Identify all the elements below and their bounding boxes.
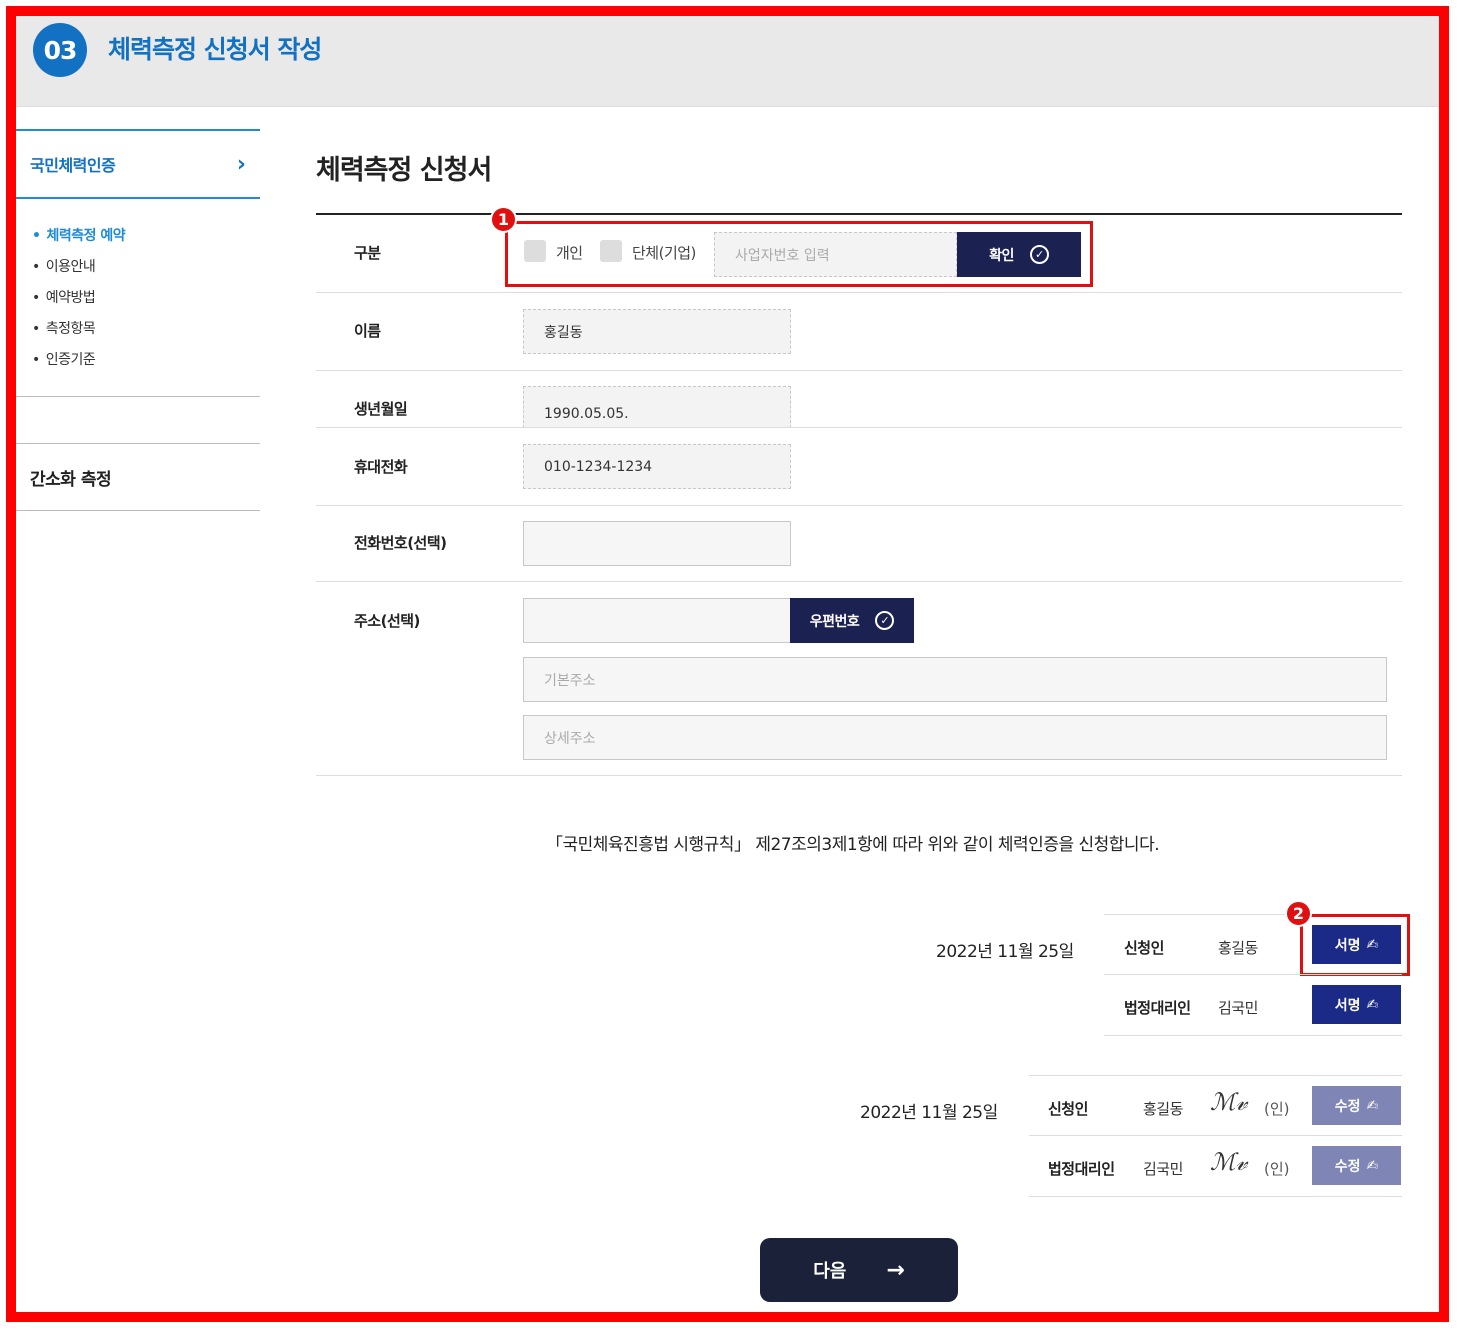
check-circle-icon: ✓ bbox=[875, 611, 895, 630]
step-header: 03 체력측정 신청서 작성 bbox=[16, 16, 1439, 107]
phone-label: 전화번호(선택) bbox=[354, 534, 447, 552]
divider bbox=[316, 213, 1402, 215]
step-title: 체력측정 신청서 작성 bbox=[108, 35, 322, 64]
seal-mark: (인) bbox=[1264, 1100, 1290, 1118]
applicant-name: 홍길동 bbox=[1218, 939, 1258, 957]
divider bbox=[1104, 1035, 1402, 1036]
page-title: 체력측정 신청서 bbox=[316, 155, 492, 186]
divider bbox=[316, 775, 1402, 776]
address-label: 주소(선택) bbox=[354, 612, 420, 630]
zip-code-field[interactable] bbox=[523, 598, 791, 643]
divider bbox=[316, 292, 1402, 293]
signed-date: 2022년 11월 25일 bbox=[860, 1103, 998, 1123]
guardian-label: 법정대리인 bbox=[1124, 999, 1191, 1017]
step-number: 03 bbox=[33, 23, 87, 77]
name-label: 이름 bbox=[354, 322, 381, 340]
divider bbox=[1029, 1075, 1402, 1076]
edit-label: 수정 bbox=[1334, 1158, 1361, 1175]
sidebar-item-guide[interactable]: 이용안내 bbox=[32, 252, 260, 283]
application-date: 2022년 11월 25일 bbox=[936, 942, 1074, 962]
sidebar: 국민체력인증 › 체력측정 예약 이용안내 예약방법 측정항목 인증기준 간소화… bbox=[16, 129, 260, 511]
divider bbox=[1029, 1196, 1402, 1197]
sidebar-menu: 체력측정 예약 이용안내 예약방법 측정항목 인증기준 bbox=[16, 199, 260, 397]
divider bbox=[316, 581, 1402, 582]
applicant-label: 신청인 bbox=[1124, 939, 1164, 957]
sidebar-item-method[interactable]: 예약방법 bbox=[32, 283, 260, 314]
category-label: 구분 bbox=[354, 244, 381, 262]
signed-applicant-label: 신청인 bbox=[1048, 1100, 1088, 1118]
highlight-box-1 bbox=[505, 221, 1093, 287]
base-address-input[interactable]: 기본주소 bbox=[523, 657, 1387, 702]
seal-mark: (인) bbox=[1264, 1160, 1290, 1178]
guardian-signature-image: ℳ𝓋 bbox=[1210, 1148, 1248, 1176]
next-button[interactable]: 다음 → bbox=[760, 1238, 958, 1302]
pen-icon: ✍ bbox=[1366, 996, 1379, 1013]
divider bbox=[316, 370, 1402, 371]
pen-icon: ✍ bbox=[1366, 1157, 1379, 1174]
divider bbox=[1029, 1135, 1402, 1136]
next-label: 다음 bbox=[813, 1261, 847, 1282]
mobile-label: 휴대전화 bbox=[354, 458, 408, 476]
divider bbox=[316, 505, 1402, 506]
zip-search-button[interactable]: 우편번호 ✓ bbox=[790, 598, 914, 643]
edit-label: 수정 bbox=[1334, 1098, 1361, 1115]
divider bbox=[316, 427, 1402, 428]
zip-search-label: 우편번호 bbox=[809, 613, 860, 630]
annotation-badge-1: 1 bbox=[490, 206, 517, 233]
signed-guardian-label: 법정대리인 bbox=[1048, 1160, 1115, 1178]
annotation-badge-2: 2 bbox=[1285, 900, 1312, 927]
guardian-edit-button[interactable]: 수정 ✍ bbox=[1312, 1146, 1401, 1185]
sidebar-item-reservation[interactable]: 체력측정 예약 bbox=[32, 221, 260, 252]
guardian-name: 김국민 bbox=[1218, 999, 1258, 1017]
mobile-field[interactable]: 010-1234-1234 bbox=[523, 444, 791, 489]
birth-field[interactable]: 1990.05.05. bbox=[523, 386, 791, 428]
detail-address-input[interactable]: 상세주소 bbox=[523, 715, 1387, 760]
applicant-signature-image: ℳ𝓋 bbox=[1210, 1088, 1248, 1116]
sidebar-section-simplified[interactable]: 간소화 측정 bbox=[16, 443, 260, 511]
divider bbox=[1104, 974, 1402, 975]
phone-field[interactable] bbox=[523, 521, 791, 566]
chevron-right-icon: › bbox=[236, 151, 246, 177]
arrow-right-icon: → bbox=[886, 1257, 905, 1283]
name-field[interactable]: 홍길동 bbox=[523, 309, 791, 354]
applicant-edit-button[interactable]: 수정 ✍ bbox=[1312, 1086, 1401, 1125]
birth-label: 생년월일 bbox=[354, 400, 408, 418]
highlight-box-2 bbox=[1300, 914, 1410, 976]
sidebar-item-criteria[interactable]: 인증기준 bbox=[32, 345, 260, 376]
consent-statement: 「국민체육진흥법 시행규칙」 제27조의3제1항에 따라 위와 같이 체력인증을… bbox=[546, 835, 1160, 855]
guardian-sign-button[interactable]: 서명 ✍ bbox=[1312, 985, 1401, 1024]
sign-label: 서명 bbox=[1334, 997, 1361, 1014]
signed-guardian-name: 김국민 bbox=[1143, 1160, 1183, 1178]
sidebar-item-items[interactable]: 측정항목 bbox=[32, 314, 260, 345]
signed-applicant-name: 홍길동 bbox=[1143, 1100, 1183, 1118]
highlight-frame: 03 체력측정 신청서 작성 국민체력인증 › 체력측정 예약 이용안내 예약방… bbox=[6, 6, 1449, 1322]
sidebar-section-label: 국민체력인증 bbox=[30, 156, 116, 175]
pen-icon: ✍ bbox=[1366, 1097, 1379, 1114]
sidebar-section-fitness-cert[interactable]: 국민체력인증 › bbox=[16, 129, 260, 199]
